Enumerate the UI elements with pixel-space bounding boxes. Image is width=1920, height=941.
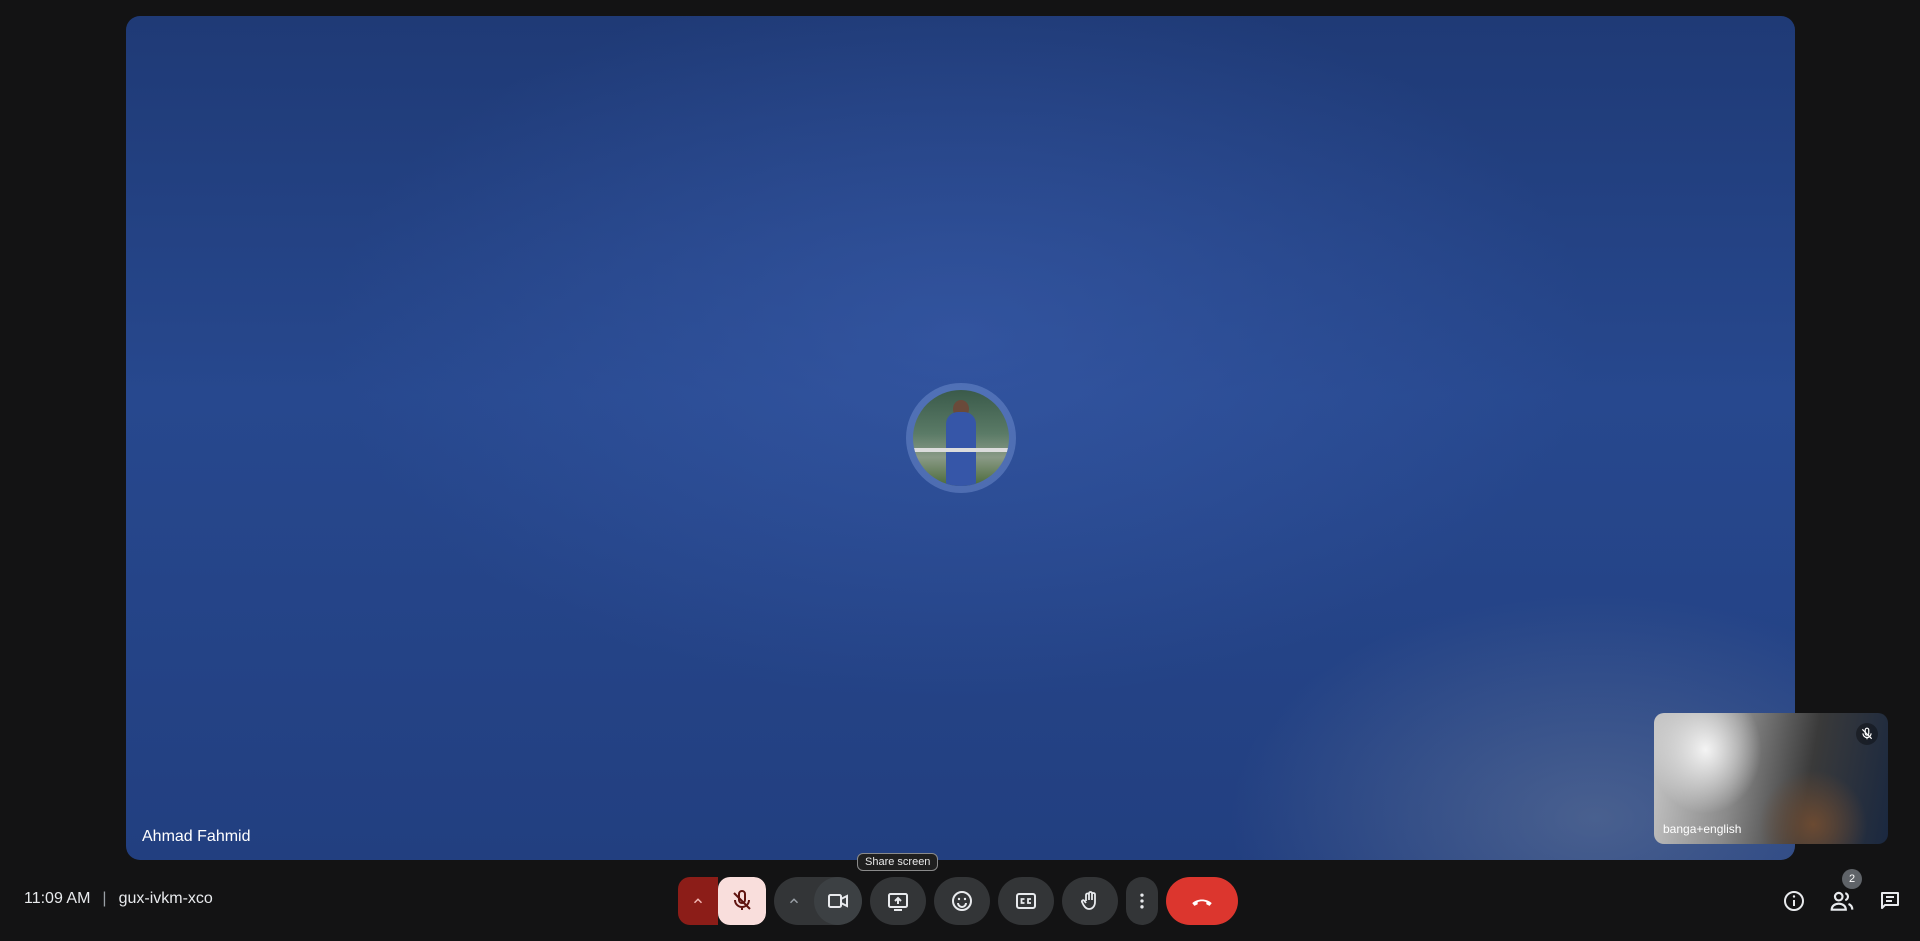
raise-hand-icon: [1081, 891, 1096, 910]
people-icon: [1830, 891, 1854, 911]
info-icon: [1784, 891, 1804, 911]
share-screen-button[interactable]: [870, 877, 926, 925]
toggle-camera-button[interactable]: [814, 877, 862, 925]
videocam-icon: [828, 894, 848, 908]
mic-off-icon: [733, 890, 751, 910]
meeting-details-button[interactable]: [1780, 887, 1808, 915]
toggle-mic-button[interactable]: [718, 877, 766, 925]
self-view-label: banga+english: [1663, 822, 1742, 836]
self-view-tile[interactable]: banga+english: [1654, 713, 1888, 844]
chat-icon: [1881, 892, 1899, 909]
participant-name: Ahmad Fahmid: [142, 828, 251, 845]
main-video-tile: Ahmad Fahmid: [126, 16, 1795, 860]
present-to-all-icon: [888, 893, 908, 911]
meeting-time: 11:09 AM: [24, 890, 91, 907]
emoji-icon: [952, 891, 972, 911]
video-options-button[interactable]: [774, 877, 814, 925]
more-vert-icon: [1140, 893, 1144, 909]
chat-button[interactable]: [1876, 887, 1904, 915]
call-end-icon: [1192, 899, 1212, 906]
leave-call-button[interactable]: [1166, 877, 1238, 925]
people-button[interactable]: 2: [1828, 869, 1862, 915]
mic-off-icon: [1856, 723, 1878, 745]
meeting-details: 11:09 AM | gux-ivkm-xco: [24, 890, 213, 908]
share-screen-tooltip: Share screen: [857, 853, 939, 871]
captions-button[interactable]: [998, 877, 1054, 925]
raise-hand-button[interactable]: [1062, 877, 1118, 925]
audio-options-button[interactable]: [678, 877, 718, 925]
more-options-button[interactable]: [1126, 877, 1158, 925]
meeting-code[interactable]: gux-ivkm-xco: [119, 890, 213, 908]
mic-control-group: [678, 877, 766, 925]
reactions-button[interactable]: [934, 877, 990, 925]
camera-control-group: [774, 877, 862, 925]
avatar: [913, 390, 1009, 486]
speaking-ring: [906, 383, 1016, 493]
chevron-up-icon: [789, 898, 799, 904]
people-count-badge: 2: [1842, 869, 1862, 889]
side-panel-buttons: 2: [1780, 869, 1904, 915]
chevron-up-icon: [693, 898, 703, 904]
call-controls: [678, 877, 1238, 925]
separator: |: [102, 890, 107, 907]
closed-caption-icon: [1016, 893, 1036, 909]
